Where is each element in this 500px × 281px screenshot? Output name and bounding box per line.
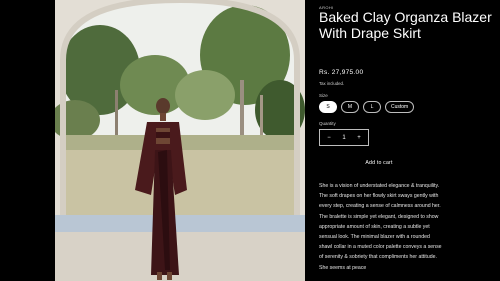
quantity-label: Quantity [319,121,336,126]
quantity-stepper: − 1 + [319,129,369,146]
add-to-cart-button[interactable]: Add to cart [319,155,439,171]
size-option-m[interactable]: M [341,101,359,113]
product-photo [55,0,305,281]
tax-note: Tax included. [319,81,345,86]
product-info-panel: AROHI Baked Clay Organza Blazer With Dra… [305,0,500,281]
product-photo-panel[interactable] [55,0,305,281]
size-option-l[interactable]: L [363,101,381,113]
increase-quantity-button[interactable]: + [355,135,363,141]
size-option-custom[interactable]: Custom [385,101,415,113]
size-option-s[interactable]: S [319,101,337,113]
product-title: Baked Clay Organza Blazer With Drape Ski… [319,9,492,41]
decrease-quantity-button[interactable]: − [325,135,333,141]
quantity-value[interactable]: 1 [342,135,345,141]
product-description: She is a vision of understated elegance … [319,183,442,271]
size-label: Size [319,93,328,98]
size-options: S M L Custom [319,101,415,113]
product-price: Rs. 27,975.00 [319,69,364,76]
